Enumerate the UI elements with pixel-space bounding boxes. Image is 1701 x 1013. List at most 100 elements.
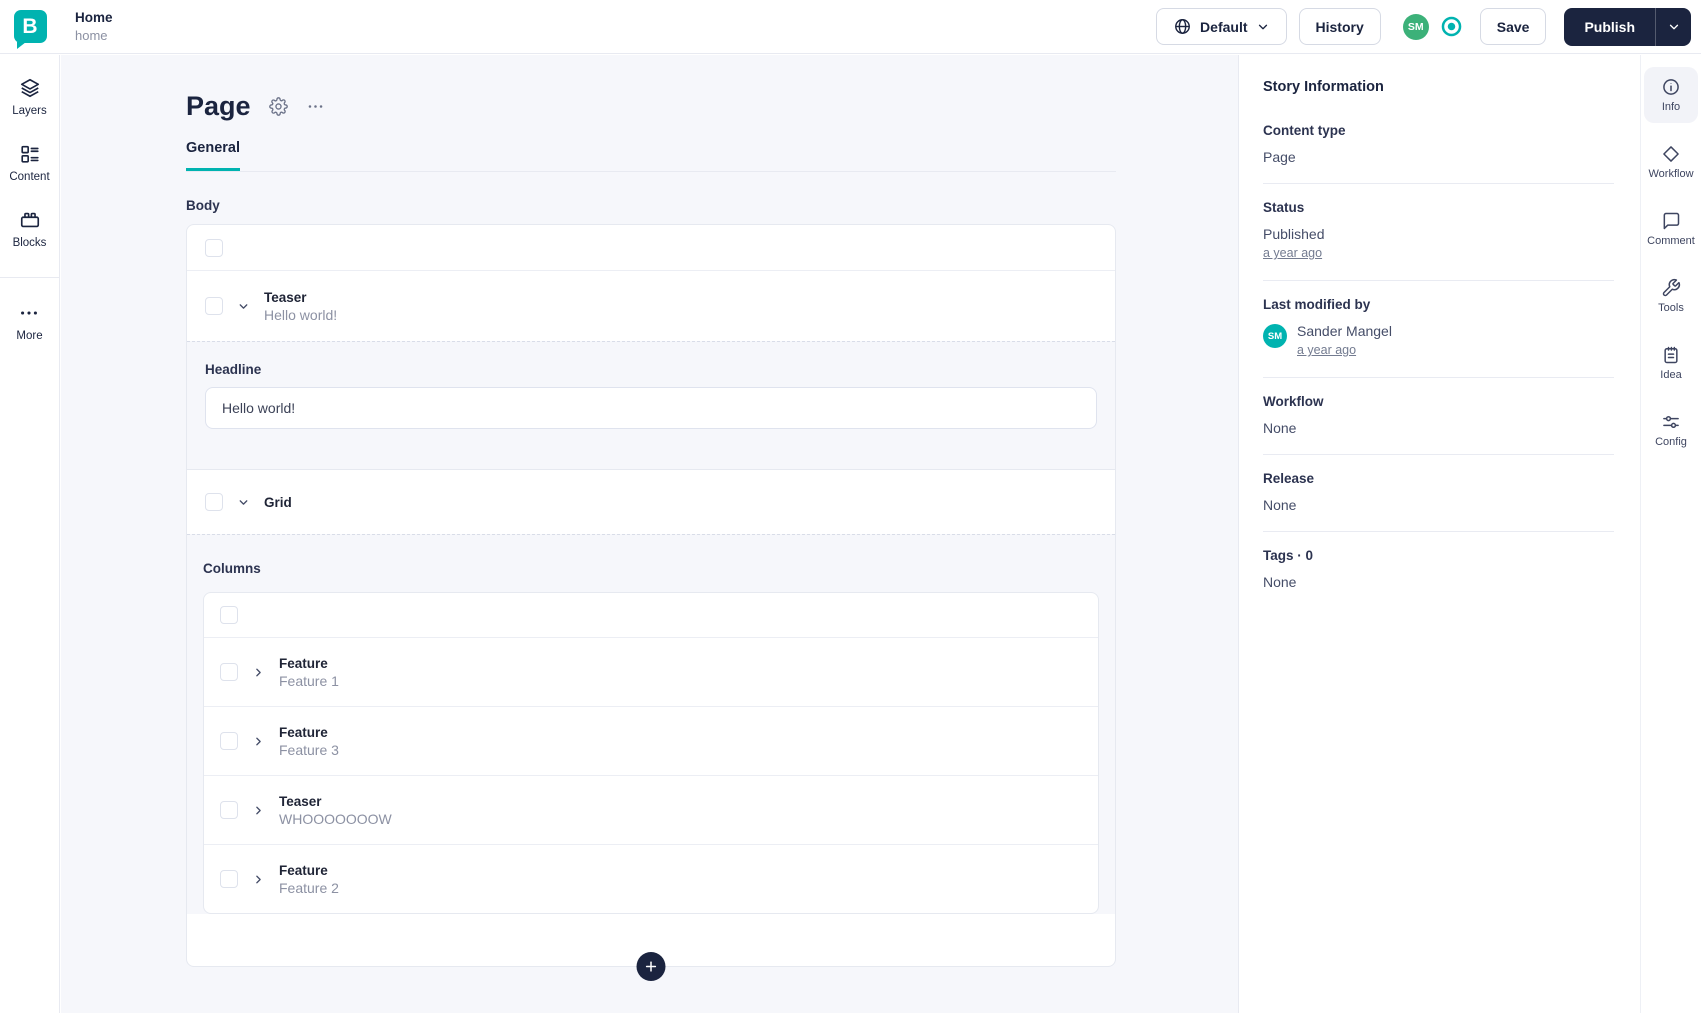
block-preview: Hello world! (264, 306, 338, 323)
status-time-link[interactable]: a year ago (1263, 246, 1322, 260)
sidebar-item-blocks[interactable]: Blocks (12, 209, 47, 249)
body-field-label: Body (186, 198, 220, 213)
block-checkbox[interactable] (205, 297, 223, 315)
select-all-checkbox[interactable] (205, 238, 223, 257)
rail-item-label: Idea (1660, 369, 1682, 381)
block-checkbox[interactable] (220, 663, 238, 681)
headline-field-label: Headline (205, 362, 262, 377)
block-preview: WHOOOOOOOW (279, 810, 392, 827)
rail-item-label: Tools (1658, 302, 1684, 314)
sidebar-item-label: Content (9, 171, 50, 183)
content-type-value: Page (1263, 149, 1296, 165)
user-avatar[interactable]: SM (1402, 13, 1429, 40)
breadcrumb-slug: home (75, 27, 108, 43)
sidebar-item-content[interactable]: Content (9, 143, 50, 183)
content-type-label: Content type (1263, 123, 1346, 138)
breadcrumb: Home home (75, 9, 113, 45)
block-preview: Feature 2 (279, 879, 339, 896)
diamond-icon (1661, 144, 1681, 164)
tags-value: None (1263, 574, 1297, 590)
breadcrumb-title: Home (75, 9, 113, 25)
rail-item-workflow[interactable]: Workflow (1644, 134, 1698, 190)
plus-icon (644, 959, 659, 974)
release-label: Release (1263, 471, 1315, 486)
block-texts: Feature Feature 3 (279, 725, 339, 758)
chevron-right-icon[interactable] (252, 666, 265, 679)
chevron-down-icon[interactable] (237, 300, 250, 313)
layers-icon (19, 77, 41, 99)
block-checkbox[interactable] (220, 801, 238, 819)
block-type: Feature (279, 862, 328, 878)
block-texts: Feature Feature 2 (279, 863, 339, 896)
modified-time-link[interactable]: a year ago (1297, 343, 1356, 357)
block-preview: Feature 3 (279, 741, 339, 758)
block-row-feature-2[interactable]: Feature Feature 2 (204, 844, 1098, 913)
rail-item-tools[interactable]: Tools (1644, 268, 1698, 324)
block-row-feature-1[interactable]: Feature Feature 1 (204, 637, 1098, 706)
rail-item-info[interactable]: Info (1644, 67, 1698, 123)
language-selector-button[interactable]: Default (1156, 8, 1287, 45)
teaser-expanded-section: Headline (187, 341, 1115, 470)
modifier-name: Sander Mangel (1297, 323, 1392, 339)
save-button[interactable]: Save (1479, 8, 1547, 45)
block-checkbox[interactable] (220, 870, 238, 888)
block-checkbox[interactable] (205, 493, 223, 511)
sidebar-item-layers[interactable]: Layers (12, 77, 47, 117)
body-blocks-card-wrap: Teaser Hello world! Headline Grid (186, 224, 1116, 981)
sidebar-item-label: Blocks (12, 237, 47, 249)
block-type: Teaser (264, 289, 307, 305)
modifier-avatar: SM (1263, 324, 1287, 348)
rail-item-config[interactable]: Config (1644, 402, 1698, 458)
chevron-down-icon (1667, 20, 1681, 34)
block-type: Grid (264, 494, 292, 510)
status-section: Status Published a year ago (1263, 184, 1614, 281)
visual-editor-target-icon[interactable] (1439, 14, 1464, 39)
rail-item-idea[interactable]: Idea (1644, 335, 1698, 391)
block-row-grid[interactable]: Grid (187, 470, 1115, 534)
chevron-right-icon[interactable] (252, 873, 265, 886)
tags-section: Tags · 0 None (1263, 532, 1614, 608)
rail-item-comment[interactable]: Comment (1644, 201, 1698, 257)
block-texts: Teaser Hello world! (264, 290, 337, 323)
block-row-teaser[interactable]: Teaser Hello world! (187, 271, 1115, 341)
publish-button[interactable]: Publish (1564, 8, 1655, 46)
tab-general[interactable]: General (186, 140, 240, 171)
block-checkbox[interactable] (220, 732, 238, 750)
more-options-button[interactable] (306, 97, 325, 116)
ellipsis-icon (306, 97, 325, 116)
last-modified-section: Last modified by SM Sander Mangel a year… (1263, 281, 1614, 378)
tags-label: Tags · 0 (1263, 548, 1314, 563)
sidebar-divider (0, 277, 60, 278)
schema-settings-button[interactable] (268, 97, 288, 116)
history-button[interactable]: History (1298, 8, 1381, 45)
story-information-panel: Story Information Content type Page Stat… (1238, 55, 1640, 1013)
sidebar-item-more[interactable]: More (16, 302, 43, 342)
block-row-feature-3[interactable]: Feature Feature 3 (204, 706, 1098, 775)
storyblok-logo-icon[interactable]: B (13, 10, 47, 49)
sidebar-item-label: Layers (12, 105, 47, 117)
block-row-teaser-whoooooow[interactable]: Teaser WHOOOOOOOW (204, 775, 1098, 844)
grid-expanded-section: Columns Feature Feature 1 Feature Featur… (187, 534, 1115, 914)
modifier-texts: Sander Mangel a year ago (1297, 323, 1392, 359)
info-icon (1661, 77, 1681, 97)
chevron-down-icon (1256, 20, 1270, 34)
rail-item-label: Config (1655, 436, 1687, 448)
right-tool-rail: Info Workflow Comment Tools Idea Config (1640, 55, 1701, 1013)
history-button-label: History (1315, 18, 1364, 35)
status-label: Status (1263, 200, 1305, 215)
publish-options-button[interactable] (1655, 7, 1691, 46)
globe-icon (1173, 17, 1192, 36)
last-modified-row: SM Sander Mangel a year ago (1263, 323, 1614, 359)
content-list-icon (19, 143, 41, 165)
status-value: Published (1263, 226, 1325, 242)
headline-input[interactable] (205, 387, 1097, 429)
chevron-right-icon[interactable] (252, 735, 265, 748)
chevron-down-icon[interactable] (237, 496, 250, 509)
workflow-value: None (1263, 420, 1297, 436)
add-block-button[interactable] (636, 952, 666, 981)
comment-bubble-icon (1661, 211, 1681, 231)
select-all-checkbox[interactable] (220, 606, 238, 624)
left-nav-rail: Layers Content Blocks More (0, 55, 60, 1013)
columns-blocks-card: Feature Feature 1 Feature Feature 3 Teas… (203, 592, 1099, 914)
chevron-right-icon[interactable] (252, 804, 265, 817)
